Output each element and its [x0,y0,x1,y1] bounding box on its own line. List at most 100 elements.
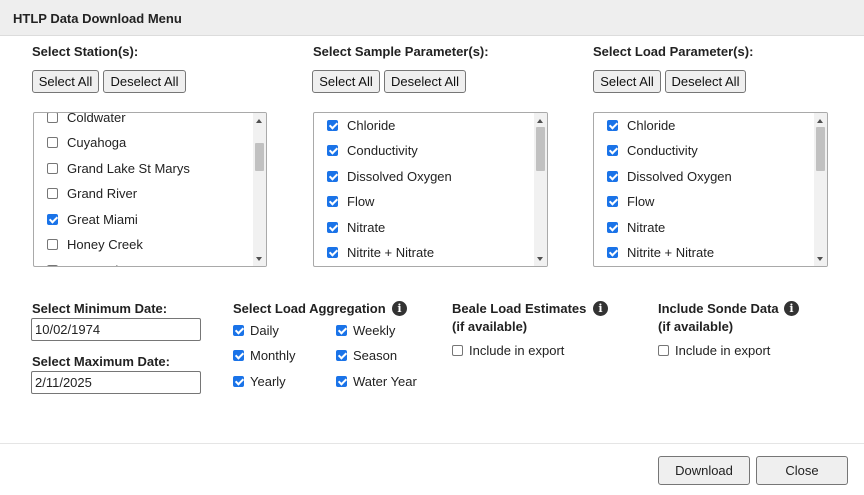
sample-param-list-item[interactable]: Conductivity [314,140,454,162]
sample-param-list-item[interactable]: Nitrate [314,216,454,238]
beale-info-icon[interactable]: i [593,301,608,316]
sample-param-item-checkbox[interactable] [327,119,338,131]
sample-param-item-checkbox[interactable] [327,247,338,258]
station-list-item[interactable]: Cuyahoga [34,132,174,154]
sample-params-listbox[interactable]: Chloride Conductivity Dissolved Oxygen Flow… [313,112,548,267]
load-params-title: Select Load Parameter(s): [593,44,754,59]
load-param-list-item[interactable]: Chloride [594,114,734,136]
aggregation-option[interactable]: Weekly [336,323,395,338]
aggregation-checkbox[interactable] [336,325,347,336]
sample-param-list-item[interactable]: Chloride [314,114,454,136]
aggregation-option[interactable]: Monthly [233,348,296,363]
aggregation-checkbox[interactable] [233,350,244,361]
station-list-item[interactable]: Grand Lake St Marys [34,157,190,179]
sample-params-title: Select Sample Parameter(s): [313,44,489,59]
load-param-item-label: Conductivity [627,143,698,158]
load-deselect-all-button[interactable]: Deselect All [665,70,746,93]
aggregation-option-label: Daily [250,323,279,338]
station-item-checkbox[interactable] [47,113,58,123]
sample-scrollbar[interactable] [534,113,547,266]
aggregation-checkbox[interactable] [336,350,347,361]
load-param-list-item[interactable]: Conductivity [594,140,734,162]
sample-param-list-item[interactable]: Dissolved Oxygen [314,165,454,187]
load-param-item-checkbox[interactable] [607,247,618,258]
aggregation-info-icon[interactable]: i [392,301,407,316]
sonde-subtitle: (if available) [658,319,734,334]
station-item-checkbox[interactable] [47,264,58,266]
load-param-item-label: Chloride [627,117,676,133]
station-item-label: Grand Lake St Marys [67,160,190,176]
load-select-all-button[interactable]: Select All [593,70,661,93]
station-item-checkbox[interactable] [47,188,58,199]
load-param-item-checkbox[interactable] [607,221,618,233]
beale-include-checkbox[interactable] [452,345,463,356]
station-item-checkbox[interactable] [47,213,58,225]
load-param-item-checkbox[interactable] [607,145,618,156]
dialog-title: HTLP Data Download Menu [13,11,182,26]
load-param-list-item[interactable]: Nitrite + Nitrate [594,242,734,264]
station-item-checkbox[interactable] [47,239,58,250]
scroll-thumb[interactable] [816,127,825,171]
aggregation-option-label: Water Year [353,374,417,389]
aggregation-title: Select Load Aggregation [233,301,386,316]
aggregation-checkbox[interactable] [336,376,347,387]
max-date-input[interactable] [31,371,201,394]
min-date-label: Select Minimum Date: [32,301,168,316]
scroll-up-icon[interactable] [537,119,543,123]
aggregation-option[interactable]: Yearly [233,374,286,389]
sonde-info-icon[interactable]: i [784,301,799,316]
dialog-header: HTLP Data Download Menu [0,0,864,36]
aggregation-option[interactable]: Water Year [336,374,417,389]
station-list-item[interactable]: Coldwater [34,113,174,128]
stations-deselect-all-button[interactable]: Deselect All [103,70,186,93]
station-list-item[interactable]: Grand River [34,183,174,205]
load-param-item-checkbox[interactable] [607,119,618,131]
sample-param-item-checkbox[interactable] [327,221,338,233]
station-list-item[interactable]: Huron River [34,259,174,266]
station-list-item[interactable]: Great Miami [34,208,174,230]
load-param-list-item[interactable]: Flow [594,191,734,213]
stations-select-all-button[interactable]: Select All [32,70,99,93]
scroll-down-icon[interactable] [537,257,543,261]
aggregation-option-label: Monthly [250,348,296,363]
scroll-up-icon[interactable] [817,119,823,123]
sample-param-item-checkbox[interactable] [327,145,338,156]
close-button[interactable]: Close [756,456,848,485]
station-item-checkbox[interactable] [47,137,58,148]
stations-scrollbar[interactable] [253,113,266,266]
station-item-checkbox[interactable] [47,162,58,174]
aggregation-option[interactable]: Season [336,348,397,363]
min-date-input[interactable] [31,318,201,341]
load-param-item-checkbox[interactable] [607,196,618,207]
scroll-down-icon[interactable] [817,257,823,261]
sample-param-list-item[interactable]: Flow [314,191,454,213]
beale-include-option[interactable]: Include in export [452,343,564,358]
load-param-list-item[interactable]: Dissolved Oxygen [594,165,734,187]
scroll-thumb[interactable] [536,127,545,171]
station-item-label: Great Miami [67,211,138,227]
aggregation-option[interactable]: Daily [233,323,279,338]
load-param-item-label: Nitrite + Nitrate [627,245,715,260]
aggregation-checkbox[interactable] [233,376,244,387]
scroll-thumb[interactable] [255,143,264,171]
stations-listbox[interactable]: Coldwater Cuyahoga Grand Lake St Marys Gran… [33,112,267,267]
download-button[interactable]: Download [658,456,750,485]
station-item-label: Honey Creek [67,237,143,252]
load-scrollbar[interactable] [814,113,827,266]
station-list-item[interactable]: Honey Creek [34,234,174,256]
aggregation-checkbox[interactable] [233,325,244,336]
load-param-item-label: Flow [627,194,655,209]
sample-select-all-button[interactable]: Select All [312,70,380,93]
scroll-up-icon[interactable] [256,119,262,123]
load-params-listbox[interactable]: Chloride Conductivity Dissolved Oxygen Flow… [593,112,828,267]
sample-param-item-label: Flow [347,194,375,209]
sample-deselect-all-button[interactable]: Deselect All [384,70,466,93]
sonde-include-checkbox[interactable] [658,345,669,356]
sample-param-item-checkbox[interactable] [327,170,338,182]
sample-param-list-item[interactable]: Nitrite + Nitrate [314,242,454,264]
sample-param-item-checkbox[interactable] [327,196,338,207]
sonde-include-option[interactable]: Include in export [658,343,770,358]
load-param-item-checkbox[interactable] [607,170,618,182]
load-param-list-item[interactable]: Nitrate [594,216,734,238]
scroll-down-icon[interactable] [256,257,262,261]
